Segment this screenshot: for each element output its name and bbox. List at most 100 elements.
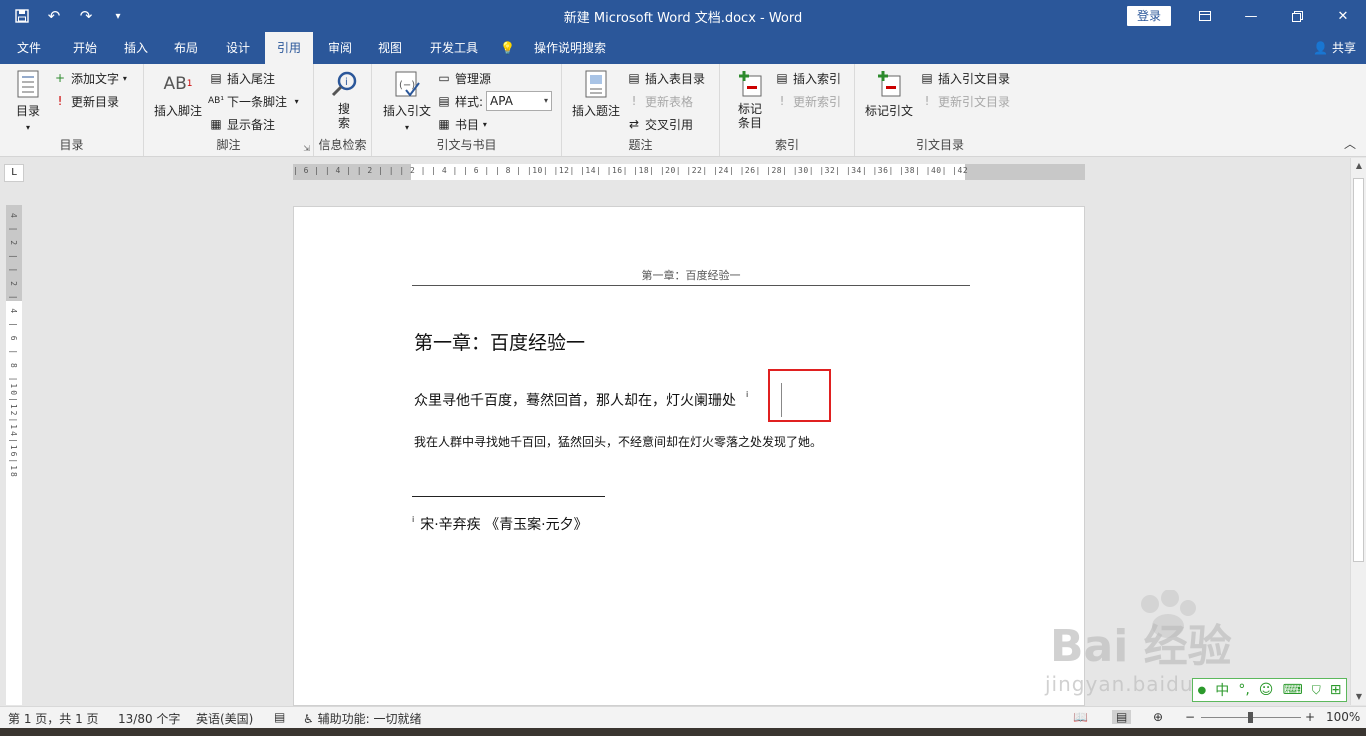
tab-references[interactable]: 引用 (265, 32, 313, 64)
language-status[interactable]: 英语(美国) (196, 710, 253, 727)
footnote-reference[interactable]: i (746, 390, 748, 399)
collapse-ribbon-icon[interactable]: ︿ (1344, 135, 1356, 152)
next-footnote-button[interactable]: AB¹ 下一条脚注 ▾ (208, 91, 299, 111)
toc-button[interactable]: 目录 ▾ (8, 68, 48, 133)
zoom-slider-thumb[interactable] (1248, 712, 1253, 723)
group-label-index: 索引 (774, 138, 799, 152)
lightbulb-icon: 💡 (500, 41, 515, 55)
insert-footnote-button[interactable]: AB 1 插入脚注 (150, 68, 206, 119)
tab-insert[interactable]: 插入 (112, 32, 160, 64)
manage-sources-button[interactable]: ▭ 管理源 (436, 68, 491, 88)
tell-me-search[interactable]: 操作说明搜索 (530, 32, 610, 64)
update-toc-button[interactable]: ! 更新目录 (52, 91, 119, 111)
update-toc-label: 更新目录 (71, 94, 120, 109)
page-count[interactable]: 第 1 页，共 1 页 (8, 710, 99, 727)
ime-toolbar[interactable]: ● 中 °, ☺ ⌨ ⛉ ⊞ (1192, 678, 1347, 702)
web-layout-icon[interactable]: ⊕ (1153, 710, 1163, 724)
svg-text:(−): (−) (399, 80, 415, 91)
mark-citation-button[interactable]: 标记引文 (861, 68, 917, 119)
tab-home[interactable]: 开始 (60, 32, 110, 64)
scroll-thumb[interactable] (1353, 178, 1364, 562)
update-table-label: 更新表格 (645, 94, 694, 109)
dialog-launcher-icon[interactable]: ⇲ (303, 144, 310, 153)
style-label: 样式: (455, 94, 484, 109)
ime-skin-icon[interactable]: ⛉ (1312, 683, 1321, 698)
update-index-button[interactable]: ! 更新索引 (774, 91, 841, 111)
ime-menu-icon[interactable]: ⊞ (1330, 682, 1342, 698)
cross-reference-button[interactable]: ⇄ 交叉引用 (626, 114, 693, 134)
group-research: i 搜索 信息检索 (314, 64, 372, 156)
restore-icon[interactable] (1274, 0, 1320, 32)
endnote-icon: ▤ (210, 71, 222, 85)
print-layout-icon[interactable]: ▤ (1112, 710, 1132, 724)
update-table-button[interactable]: ! 更新表格 (626, 91, 693, 111)
footnote[interactable]: i 宋·辛弃疾 《青玉案·元夕》 (412, 514, 588, 534)
insert-citation-button[interactable]: (−) 插入引文 ▾ (380, 68, 434, 133)
ribbon-tabs: 文件 开始 插入 布局 设计 引用 审阅 视图 开发工具 💡 操作说明搜索 👤 … (0, 32, 1366, 64)
manage-sources-label: 管理源 (455, 71, 492, 86)
horizontal-ruler[interactable]: | 6 | | 4 | | 2 | | | 2 | | 4 | | 6 | | … (293, 164, 1085, 180)
style-dropdown[interactable]: APA ▾ (486, 91, 553, 111)
insert-footnote-label: 插入脚注 (153, 104, 202, 118)
insert-endnote-button[interactable]: ▤ 插入尾注 (208, 68, 275, 88)
insert-tof-button[interactable]: ▤ 插入表目录 (626, 68, 705, 88)
insert-caption-label: 插入题注 (571, 104, 620, 118)
scroll-down-icon[interactable]: ▼ (1351, 689, 1366, 705)
minimize-icon[interactable]: — (1228, 0, 1274, 32)
style-select[interactable]: ▤ 样式: APA ▾ (436, 91, 553, 111)
add-text-button[interactable]: + 添加文字 ▾ (52, 68, 127, 88)
tab-file[interactable]: 文件 (4, 32, 54, 64)
zoom-in-button[interactable]: + (1305, 710, 1315, 724)
ime-punctuation[interactable]: °, (1238, 682, 1249, 698)
login-button[interactable]: 登录 (1127, 6, 1171, 26)
read-mode-icon[interactable]: 📖 (1073, 710, 1088, 724)
search-label: 搜索 (337, 102, 350, 130)
tab-view[interactable]: 视图 (366, 32, 414, 64)
tab-layout[interactable]: 布局 (162, 32, 210, 64)
tab-design[interactable]: 设计 (214, 32, 262, 64)
page-header: 第一章：百度经验一 (641, 269, 741, 282)
search-button[interactable]: i 搜索 (324, 68, 364, 130)
style-icon: ▤ (438, 94, 450, 108)
show-notes-button[interactable]: ▦ 显示备注 (208, 114, 275, 134)
group-citations: (−) 插入引文 ▾ ▭ 管理源 ▤ 样式: APA ▾ ▦ 书目 ▾ 引文与书目 (372, 64, 562, 156)
share-label: 共享 (1331, 41, 1356, 55)
macro-record-icon[interactable]: ▤ (274, 710, 285, 724)
zoom-out-button[interactable]: − (1185, 710, 1195, 724)
document-page[interactable]: 第一章：百度经验一 第一章：百度经验一 众里寻他千百度，蓦然回首，那人却在，灯火… (293, 206, 1085, 706)
word-count[interactable]: 13/80 个字 (118, 710, 180, 727)
insert-caption-button[interactable]: 插入题注 (570, 68, 622, 119)
group-index: 标记条目 ▤ 插入索引 ! 更新索引 索引 (720, 64, 855, 156)
share-button[interactable]: 👤 共享 (1313, 32, 1356, 64)
bibliography-button[interactable]: ▦ 书目 ▾ (436, 114, 487, 134)
accessibility-icon: ♿ (303, 712, 314, 726)
zoom-level[interactable]: 100% (1326, 710, 1360, 724)
ime-emoji-icon[interactable]: ☺ (1259, 682, 1274, 698)
person-icon: 👤 (1313, 41, 1329, 55)
scroll-up-icon[interactable]: ▲ (1351, 158, 1366, 174)
update-toa-button[interactable]: ! 更新引文目录 (919, 91, 1010, 111)
ribbon-display-icon[interactable] (1182, 0, 1228, 32)
chapter-heading[interactable]: 第一章：百度经验一 (414, 328, 585, 355)
update-index-icon: ! (779, 94, 785, 108)
footnote-text: 宋·辛弃疾 《青玉案·元夕》 (420, 517, 588, 533)
vertical-scrollbar[interactable]: ▲ ▼ (1350, 158, 1366, 705)
vertical-ruler[interactable]: 4 | 2 | | 2 | 4 | 6 | 8 |10|12|14|16|18 (6, 205, 22, 705)
mark-entry-button[interactable]: 标记条目 (728, 68, 772, 130)
paragraph-translation[interactable]: 我在人群中寻找她千百回，猛然回头，不经意间却在灯火零落之处发现了她。 (414, 433, 822, 450)
paw-logo (1141, 590, 1196, 638)
tab-review[interactable]: 审阅 (316, 32, 364, 64)
close-icon[interactable]: ✕ (1320, 0, 1366, 32)
insert-index-button[interactable]: ▤ 插入索引 (774, 68, 841, 88)
header-divider (412, 285, 970, 286)
ime-keyboard-icon[interactable]: ⌨ (1282, 682, 1302, 698)
bibliography-label: 书目 (455, 117, 480, 132)
paragraph-poem[interactable]: 众里寻他千百度，蓦然回首，那人却在，灯火阑珊处 i (414, 390, 748, 410)
next-footnote-label: 下一条脚注 (227, 94, 288, 109)
tab-selector[interactable]: L (4, 164, 24, 182)
insert-toa-button[interactable]: ▤ 插入引文目录 (919, 68, 1010, 88)
show-notes-label: 显示备注 (227, 117, 276, 132)
tab-developer[interactable]: 开发工具 (418, 32, 490, 64)
ime-chinese-mode[interactable]: 中 (1215, 680, 1229, 700)
accessibility-status[interactable]: ♿ 辅助功能: 一切就绪 (303, 710, 421, 727)
